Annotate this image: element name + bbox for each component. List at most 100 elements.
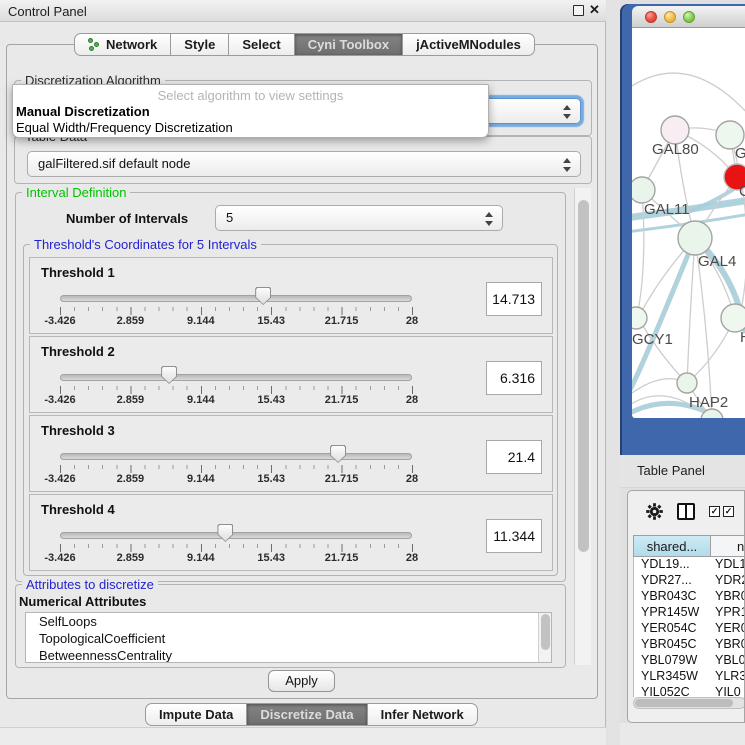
table-row[interactable]: YBR045C YBR0: [634, 637, 745, 653]
network-window-titlebar[interactable]: [632, 6, 745, 28]
table-panel: ✓ ✓ shared... na YDL19... YDL1 YDR27...: [627, 490, 745, 723]
network-canvas[interactable]: GAL80 GA CY GAL11 GAL4 GCY1 H HAP2: [632, 28, 745, 418]
tick-label: 21.715: [325, 552, 359, 564]
tick-label: 9.144: [187, 552, 215, 564]
mac-minimize-icon[interactable]: [664, 11, 676, 23]
threshold-label: Threshold 2: [41, 344, 115, 359]
threshold-slider[interactable]: [60, 532, 412, 539]
table-data-group: Table Data galFiltered.sif default node: [14, 136, 592, 184]
table-row[interactable]: YIL052C YIL0: [634, 685, 745, 697]
tab-jactivemnodules[interactable]: jActiveMNodules: [403, 33, 535, 56]
slider-major-ticks: [60, 544, 413, 552]
algorithm-option-equal-width[interactable]: Equal Width/Frequency Discretization: [16, 120, 233, 135]
checkbox-checked-icon[interactable]: ✓: [723, 506, 734, 517]
node-right-mid[interactable]: [721, 304, 745, 332]
table-row[interactable]: YER054C YER0: [634, 621, 745, 637]
node-gal4[interactable]: [678, 221, 712, 255]
mac-close-icon[interactable]: [645, 11, 657, 23]
attribute-item[interactable]: TopologicalCoefficient: [26, 630, 551, 647]
tick-label: 21.715: [325, 394, 359, 406]
panel-scrollbar-thumb[interactable]: [578, 200, 589, 552]
threshold-value-field[interactable]: 21.4: [486, 440, 542, 474]
attribute-item[interactable]: BetweennessCentrality: [26, 647, 551, 663]
tick-label: 28: [406, 473, 418, 485]
node-gal11[interactable]: [632, 177, 655, 203]
mac-zoom-icon[interactable]: [683, 11, 695, 23]
table-header-row: shared... na: [633, 535, 745, 557]
table-row[interactable]: YLR345W YLR3: [634, 669, 745, 685]
table-row[interactable]: YDL19... YDL1: [634, 557, 745, 573]
attributes-group-title: Attributes to discretize: [22, 577, 158, 592]
table-row[interactable]: YDR27... YDR2: [634, 573, 745, 589]
node-gal80[interactable]: [661, 116, 689, 144]
slider-thumb[interactable]: [161, 366, 177, 384]
threshold-value-field[interactable]: 6.316: [486, 361, 542, 395]
threshold-label: Threshold 3: [41, 423, 115, 438]
tab-infer-network[interactable]: Infer Network: [368, 703, 478, 726]
tick-label: 21.715: [325, 315, 359, 327]
tab-network[interactable]: Network: [74, 33, 171, 56]
attributes-scrollbar[interactable]: [538, 613, 551, 662]
node-label-gal4: GAL4: [698, 253, 736, 270]
tick-label: -3.426: [44, 552, 75, 564]
gear-icon[interactable]: [646, 503, 663, 520]
node-hap2[interactable]: [677, 373, 697, 393]
tick-label: -3.426: [44, 473, 75, 485]
threshold-row: Threshold 3 -3.426 2.859 9.144 15.43 21.…: [29, 415, 553, 492]
table-data-combobox[interactable]: galFiltered.sif default node: [27, 151, 581, 177]
slider-major-ticks: [60, 386, 413, 394]
threshold-value-field[interactable]: 14.713: [486, 282, 542, 316]
combo-stepper-icon: [562, 157, 571, 173]
threshold-slider[interactable]: [60, 295, 412, 302]
table-panel-footer: [620, 723, 745, 745]
table-scrollbar-thumb[interactable]: [635, 699, 733, 707]
tick-label: 15.43: [257, 315, 285, 327]
slider-thumb[interactable]: [217, 524, 233, 542]
apply-button[interactable]: Apply: [268, 670, 335, 692]
tick-label: 9.144: [187, 394, 215, 406]
slider-major-ticks: [60, 307, 413, 315]
column-header-shared-name[interactable]: shared...: [634, 536, 711, 556]
threshold-slider[interactable]: [60, 374, 412, 381]
tab-discretize-data[interactable]: Discretize Data: [247, 703, 367, 726]
number-of-intervals-combobox[interactable]: 5: [215, 205, 503, 231]
attributes-scrollbar-thumb[interactable]: [541, 614, 550, 650]
tick-label: 2.859: [117, 394, 145, 406]
node-label-hap2: HAP2: [689, 394, 728, 411]
tab-style[interactable]: Style: [171, 33, 229, 56]
tick-label: 15.43: [257, 473, 285, 485]
close-icon[interactable]: ✕: [589, 2, 600, 18]
node-gcy1[interactable]: [632, 307, 647, 329]
slider-thumb[interactable]: [255, 287, 271, 305]
column-header-name[interactable]: na: [711, 536, 745, 556]
threshold-value-field[interactable]: 11.344: [486, 519, 542, 553]
threshold-row: Threshold 1 -3.426 2.859 9.144 15.43 21.…: [29, 257, 553, 334]
bottom-strip: [0, 727, 606, 745]
tab-select[interactable]: Select: [229, 33, 294, 56]
tick-label: 2.859: [117, 315, 145, 327]
network-graph: GAL80 GA CY GAL11 GAL4 GCY1 H HAP2: [632, 28, 745, 418]
tab-impute-data[interactable]: Impute Data: [145, 703, 247, 726]
attribute-item[interactable]: SelfLoops: [26, 613, 551, 630]
numerical-attributes-list[interactable]: SelfLoops TopologicalCoefficient Between…: [25, 612, 552, 663]
control-panel-titlebar: Control Panel ✕: [0, 0, 606, 22]
threshold-row: Threshold 4 -3.426 2.859 9.144 15.43 21.…: [29, 494, 553, 571]
threshold-slider[interactable]: [60, 453, 412, 460]
thresholds-group-title: Threshold's Coordinates for 5 Intervals: [30, 237, 261, 252]
threshold-row: Threshold 2 -3.426 2.859 9.144 15.43 21.…: [29, 336, 553, 413]
float-window-icon[interactable]: [573, 5, 584, 16]
number-of-intervals-label: Number of Intervals: [66, 211, 188, 226]
table-horizontal-scrollbar[interactable]: [633, 697, 745, 709]
control-panel: Control Panel ✕ Network Style Select Cyn…: [0, 0, 606, 745]
algorithm-option-manual[interactable]: Manual Discretization: [16, 104, 150, 119]
table-row[interactable]: YPR145W YPR1: [634, 605, 745, 621]
table-row[interactable]: YBR043C YBR0: [634, 589, 745, 605]
tick-label: 28: [406, 552, 418, 564]
slider-thumb[interactable]: [330, 445, 346, 463]
panel-vertical-scrollbar[interactable]: [574, 188, 591, 665]
tab-cyni-toolbox[interactable]: Cyni Toolbox: [295, 33, 403, 56]
checkbox-checked-icon[interactable]: ✓: [709, 506, 720, 517]
table-row[interactable]: YBL079W YBL0: [634, 653, 745, 669]
column-settings-icon[interactable]: [677, 503, 695, 520]
node-label-gcy1: GCY1: [632, 331, 673, 348]
